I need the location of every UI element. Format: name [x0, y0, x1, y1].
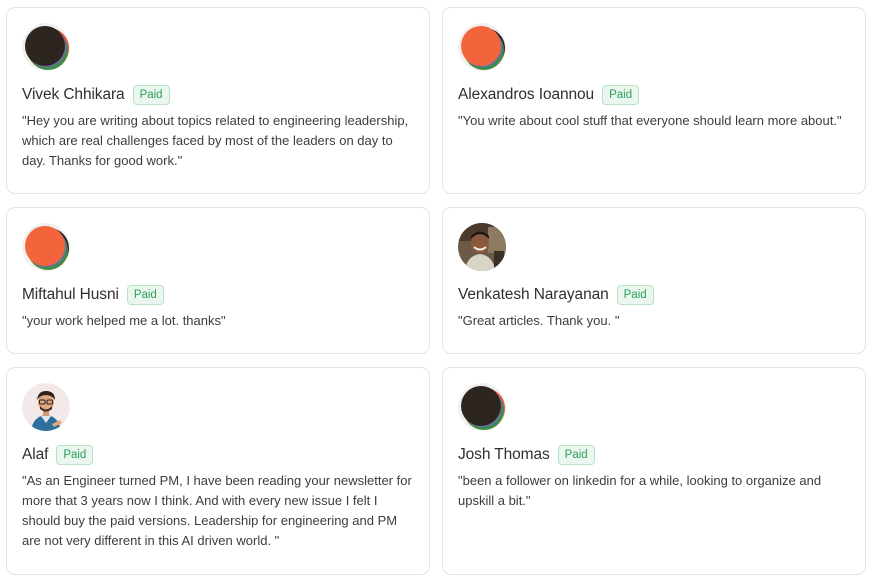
avatar-dark-disc-icon [22, 23, 70, 71]
paid-badge: Paid [602, 85, 640, 105]
testimonial-quote: "been a follower on linkedin for a while… [458, 473, 822, 508]
testimonial-author-name: Alaf [22, 446, 49, 463]
paid-badge: Paid [132, 85, 170, 105]
avatar-dark-disc-icon [458, 383, 506, 431]
testimonial-quote: "As an Engineer turned PM, I have been r… [22, 473, 412, 548]
testimonial-quote: "your work helped me a lot. thanks" [22, 313, 226, 328]
testimonial-card: Alexandros Ioannou Paid "You write about… [442, 7, 866, 194]
testimonial-author-name: Alexandros Ioannou [458, 86, 595, 103]
testimonial-quote: "Hey you are writing about topics relate… [22, 113, 409, 168]
testimonials-grid: Vivek Chhikara Paid "Hey you are writing… [0, 0, 873, 581]
testimonial-author-name: Venkatesh Narayanan [458, 286, 609, 303]
paid-badge: Paid [616, 285, 654, 305]
paid-badge: Paid [557, 445, 595, 465]
avatar-cartoon-person-icon [22, 383, 70, 431]
avatar-orange-disc-icon [458, 23, 506, 71]
testimonial-author-name: Vivek Chhikara [22, 86, 125, 103]
testimonial-quote: "You write about cool stuff that everyon… [458, 113, 842, 128]
avatar-photo-icon [458, 223, 506, 271]
paid-badge: Paid [126, 285, 164, 305]
testimonial-card: Miftahul Husni Paid "your work helped me… [6, 207, 430, 354]
testimonial-quote: "Great articles. Thank you. " [458, 313, 620, 328]
paid-badge: Paid [56, 445, 94, 465]
testimonial-card: Vivek Chhikara Paid "Hey you are writing… [6, 7, 430, 194]
testimonial-card: Alaf Paid "As an Engineer turned PM, I h… [6, 367, 430, 575]
testimonial-author-name: Josh Thomas [458, 446, 550, 463]
testimonial-card: Josh Thomas Paid "been a follower on lin… [442, 367, 866, 575]
avatar-orange-disc-icon [22, 223, 70, 271]
testimonial-card: Venkatesh Narayanan Paid "Great articles… [442, 207, 866, 354]
testimonial-author-name: Miftahul Husni [22, 286, 119, 303]
